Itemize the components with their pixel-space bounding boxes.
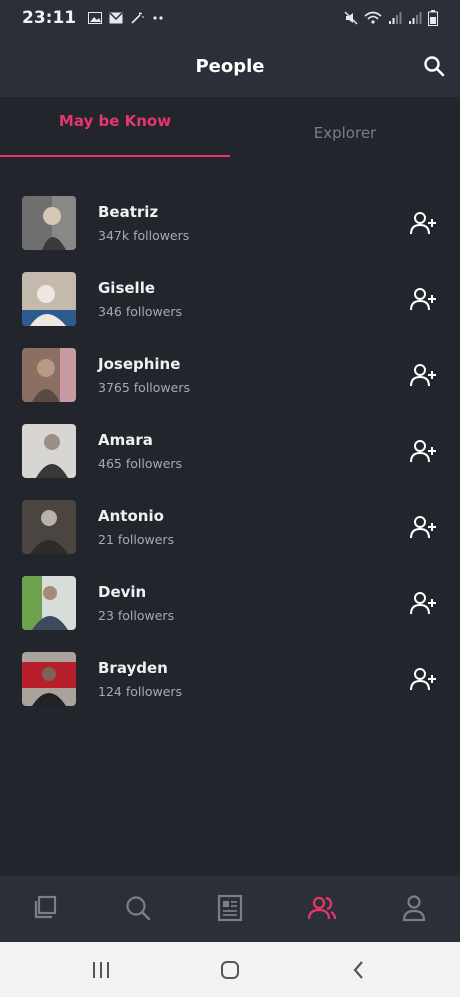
tab-bar: May be Know Explorer (0, 97, 460, 157)
list-item[interactable]: Beatriz 347k followers (0, 158, 460, 250)
back-icon[interactable] (347, 959, 371, 981)
add-user-icon[interactable] (409, 590, 439, 616)
list-item[interactable]: Amara 465 followers (0, 386, 460, 478)
person-name: Amara (98, 431, 153, 449)
mute-icon (344, 11, 358, 25)
person-name: Beatriz (98, 203, 159, 221)
status-time: 23:11 (22, 8, 77, 28)
status-right-icons (344, 0, 438, 36)
tab-explorer[interactable]: Explorer (230, 103, 460, 163)
list-item[interactable]: Brayden 124 followers (0, 614, 460, 706)
person-name: Josephine (98, 355, 181, 373)
recents-icon[interactable] (89, 959, 113, 981)
copy-icon[interactable] (31, 893, 61, 923)
system-nav-bar (0, 942, 460, 997)
list-item[interactable]: Antonio 21 followers (0, 462, 460, 554)
search-icon[interactable] (123, 893, 153, 923)
page-title: People (195, 56, 265, 77)
gallery-icon (88, 12, 103, 24)
mail-icon (109, 12, 123, 24)
people-icon[interactable] (307, 893, 337, 923)
signal-icon (409, 12, 422, 24)
add-user-icon[interactable] (409, 666, 439, 692)
tab-may-be-know[interactable]: May be Know (0, 91, 230, 151)
list-item[interactable]: Giselle 346 followers (0, 234, 460, 326)
person-name: Brayden (98, 659, 168, 677)
status-left-icons (88, 12, 165, 24)
status-bar: 23:11 (0, 0, 460, 36)
person-name: Giselle (98, 279, 156, 297)
person-name: Devin (98, 583, 147, 601)
wand-icon (131, 12, 145, 24)
follower-count: 124 followers (98, 684, 183, 699)
add-user-icon[interactable] (409, 286, 439, 312)
add-user-icon[interactable] (409, 210, 439, 236)
add-user-icon[interactable] (409, 438, 439, 464)
person-name: Antonio (98, 507, 164, 525)
battery-icon (428, 10, 438, 26)
profile-icon[interactable] (399, 893, 429, 923)
home-icon[interactable] (218, 959, 242, 981)
news-icon[interactable] (215, 893, 245, 923)
app-bar: People (0, 36, 460, 97)
add-user-icon[interactable] (409, 514, 439, 540)
wifi-icon (364, 11, 382, 24)
avatar[interactable] (22, 652, 76, 706)
list-item[interactable]: Josephine 3765 followers (0, 310, 460, 402)
signal-icon (389, 12, 402, 24)
active-tab-indicator (0, 155, 230, 157)
more-dots-icon (153, 16, 163, 20)
list-item[interactable]: Devin 23 followers (0, 538, 460, 630)
add-user-icon[interactable] (409, 362, 439, 388)
bottom-nav (0, 876, 460, 942)
search-icon[interactable] (422, 54, 446, 78)
